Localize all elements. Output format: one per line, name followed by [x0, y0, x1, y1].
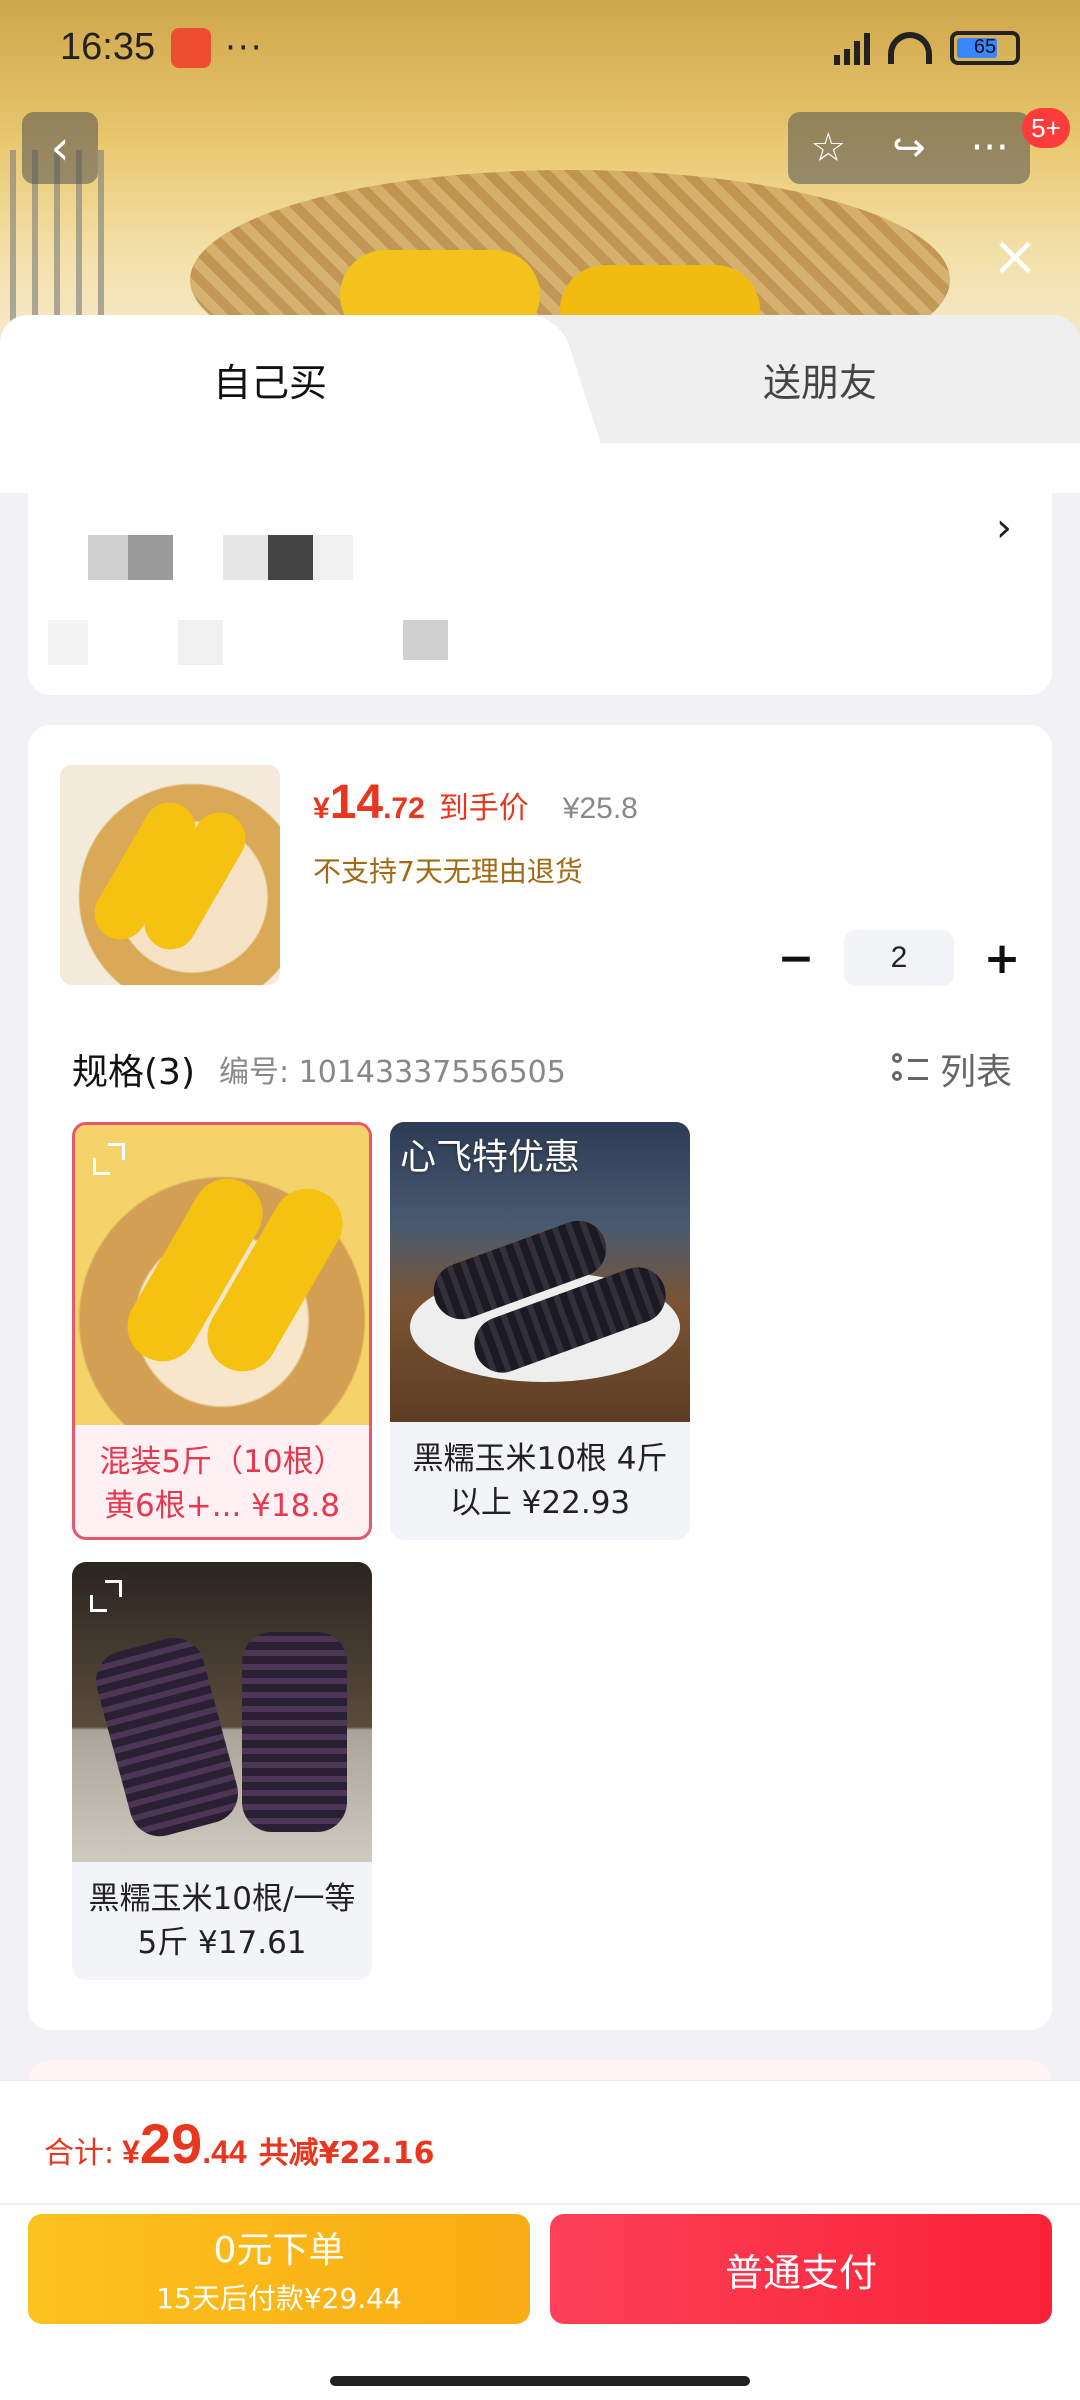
home-indicator[interactable] — [330, 2376, 750, 2386]
expand-icon[interactable] — [89, 1139, 129, 1179]
divider — [0, 2203, 1080, 2205]
chevron-left-icon: ‹ — [50, 120, 70, 176]
final-price: ¥14.72 — [313, 776, 425, 829]
redacted-address — [88, 535, 128, 580]
price-row: ¥14.72 到手价 ¥25.8 — [313, 775, 638, 830]
favorite-button[interactable]: ☆ — [788, 112, 869, 184]
quantity-value[interactable]: 2 — [844, 930, 954, 986]
checkout-bar: 合计: ¥ 29 .44 共减¥22.16 0元下单 15天后付款¥29.44 … — [0, 2080, 1080, 2400]
pay-now-button[interactable]: 普通支付 — [550, 2214, 1052, 2324]
address-card[interactable]: › — [28, 465, 1052, 695]
list-view-toggle[interactable]: 列表 — [891, 1043, 1012, 1095]
spec-option-black-corn-5jin[interactable]: 黑糯玉米10根/一等 5斤 ¥17.61 — [72, 1562, 372, 1980]
product-thumbnail[interactable] — [60, 765, 280, 985]
wifi-icon — [888, 31, 932, 64]
chevron-right-icon: › — [996, 505, 1012, 551]
pay-later-subtitle: 15天后付款¥29.44 — [156, 2282, 402, 2315]
app-notification-icon — [171, 27, 212, 68]
pay-later-button[interactable]: 0元下单 15天后付款¥29.44 — [28, 2214, 530, 2324]
close-icon: × — [991, 224, 1039, 289]
more-notifications-icon: ··· — [225, 27, 264, 68]
star-icon: ☆ — [810, 125, 847, 171]
tab-gift-friend[interactable]: 送朋友 — [620, 315, 1020, 443]
top-actions: ☆ ↪ ··· — [788, 112, 1030, 184]
original-price: ¥25.8 — [562, 792, 638, 825]
status-time: 16:35 — [60, 26, 156, 68]
promo-tag: 心飞特优惠 — [400, 1137, 581, 1178]
redacted-address — [223, 535, 268, 580]
share-icon: ↪ — [892, 125, 926, 171]
spec-option-caption: 黑糯玉米10根/一等 5斤 ¥17.61 — [88, 1881, 356, 1961]
spec-option-image — [72, 1562, 372, 1862]
total-currency: ¥ — [122, 2134, 140, 2170]
spec-option-black-corn-4jin[interactable]: 心飞特优惠 黑糯玉米10根 4斤以上 ¥22.93 — [390, 1122, 690, 1540]
increase-quantity-button[interactable]: + — [982, 933, 1022, 984]
pay-now-label: 普通支付 — [724, 2250, 877, 2295]
total-label: 合计: — [44, 2136, 115, 2171]
total-decimal: .44 — [202, 2134, 247, 2170]
purchase-tabs: 自己买 送朋友 — [0, 315, 1080, 443]
spec-option-mixed-5jin[interactable]: 混装5斤（10根）黄6根+... ¥18.8 — [72, 1122, 372, 1540]
total-discount: 共减¥22.16 — [258, 2136, 435, 2171]
close-sheet-button[interactable]: × — [990, 229, 1040, 285]
status-bar: 16:35 ··· 65 — [0, 0, 1080, 95]
message-count-badge: 5+ — [1022, 108, 1070, 148]
quantity-stepper: − 2 + — [776, 930, 1022, 986]
total-integer: 29 — [139, 2112, 203, 2175]
redacted-address — [268, 535, 313, 580]
redacted-address — [313, 535, 353, 580]
redacted-address — [128, 535, 173, 580]
spec-header: 规格(3) 编号: 10143337556505 列表 — [72, 1043, 1012, 1095]
tab-self-buy-label: 自己买 — [212, 360, 327, 405]
spec-title: 规格(3) — [72, 1052, 195, 1093]
spec-option-caption: 混装5斤（10根）黄6根+... ¥18.8 — [99, 1444, 345, 1524]
spec-option-caption: 黑糯玉米10根 4斤以上 ¥22.93 — [412, 1441, 668, 1521]
tab-gift-friend-label: 送朋友 — [762, 360, 877, 405]
more-button[interactable]: ··· — [949, 112, 1030, 184]
tab-self-buy[interactable]: 自己买 — [0, 315, 540, 443]
return-policy-note: 不支持7天无理由退货 — [313, 855, 583, 888]
order-total: 合计: ¥ 29 .44 共减¥22.16 — [44, 2111, 434, 2176]
product-card: ¥14.72 到手价 ¥25.8 不支持7天无理由退货 − 2 + 规格(3) … — [28, 725, 1052, 2030]
pay-later-title: 0元下单 — [213, 2230, 345, 2271]
product-code: 编号: 10143337556505 — [219, 1055, 566, 1090]
share-button[interactable]: ↪ — [869, 112, 950, 184]
back-button[interactable]: ‹ — [22, 112, 98, 184]
battery-level: 65 — [973, 36, 997, 58]
list-icon — [891, 1051, 928, 1087]
redacted-address — [178, 620, 223, 665]
decrease-quantity-button[interactable]: − — [776, 933, 816, 984]
final-price-label: 到手价 — [438, 791, 529, 826]
expand-icon[interactable] — [86, 1576, 126, 1616]
redacted-address — [48, 620, 88, 665]
redacted-address — [403, 620, 448, 660]
spec-option-image — [75, 1125, 369, 1425]
more-icon: ··· — [970, 125, 1009, 171]
spec-option-image: 心飞特优惠 — [390, 1122, 690, 1422]
battery-icon: 65 — [950, 30, 1020, 65]
signal-icon — [834, 31, 870, 65]
list-view-label: 列表 — [939, 1052, 1012, 1093]
